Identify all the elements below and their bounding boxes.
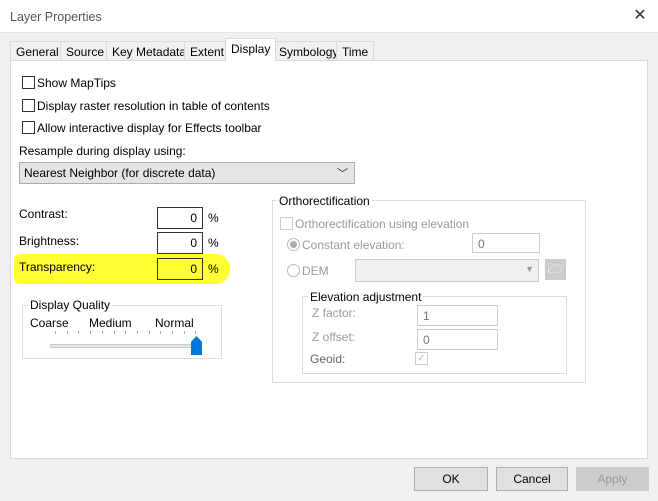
tab-time[interactable]: Time [336,41,375,61]
apply-button[interactable]: Apply [576,467,649,491]
raster-resolution-label: Display raster resolution in table of co… [37,99,270,113]
constant-elevation-radio[interactable] [287,238,300,251]
slider-tick [90,331,92,334]
close-icon[interactable]: ✕ [630,6,650,26]
cancel-button[interactable]: Cancel [496,467,568,491]
tab-key-metadata[interactable]: Key Metadata [106,41,193,61]
slider-tick [55,331,56,334]
constant-elevation-input[interactable]: 0 [472,233,540,253]
show-maptips-checkbox[interactable] [22,76,35,89]
quality-coarse-label: Coarse [30,316,69,330]
raster-resolution-checkbox[interactable] [22,99,35,112]
slider-tick [78,331,80,334]
tab-general[interactable]: General [10,41,65,61]
slider-tick [66,331,68,334]
orthorectification-title: Orthorectification [277,194,372,208]
z-offset-input[interactable]: 0 [417,329,498,350]
tab-extent[interactable]: Extent [184,41,231,61]
effects-toolbar-label: Allow interactive display for Effects to… [37,121,262,135]
contrast-label: Contrast: [19,207,68,221]
slider-tick [136,331,138,334]
show-maptips-label: Show MapTips [37,76,116,90]
slider-tick [195,331,197,334]
contrast-input[interactable]: 0 [157,207,203,229]
ok-button[interactable]: OK [414,467,488,491]
slider-tick [113,331,115,334]
slider-tick [101,331,103,334]
slider-tick [183,331,185,334]
resample-dropdown[interactable]: Nearest Neighbor (for discrete data) ﹀ [19,162,355,184]
contrast-unit: % [208,211,219,225]
elevation-adjustment-title: Elevation adjustment [308,290,424,304]
slider-tick [172,331,173,334]
brightness-label: Brightness: [19,234,80,248]
transparency-unit: % [208,262,219,276]
z-factor-label: Z factor: [312,306,357,320]
transparency-input[interactable]: 0 [157,258,203,280]
brightness-unit: % [208,236,219,250]
geoid-label: Geoid: [310,352,346,366]
geoid-checkbox[interactable]: ✓ [415,352,428,365]
ortho-elevation-checkbox[interactable] [280,217,293,230]
tab-symbology[interactable]: Symbology [273,41,345,61]
dem-label: DEM [302,264,329,278]
resample-value: Nearest Neighbor (for discrete data) [24,166,216,180]
brightness-input[interactable]: 0 [157,232,203,254]
effects-toolbar-checkbox[interactable] [22,121,35,134]
open-folder-icon[interactable]: 🗁 [545,259,566,280]
transparency-label: Transparency: [19,260,96,274]
resample-label: Resample during display using: [19,144,186,158]
tab-display[interactable]: Display [225,38,277,61]
constant-elevation-label: Constant elevation: [302,238,405,252]
z-offset-label: Z offset: [312,330,356,344]
slider-tick [125,331,127,334]
chevron-down-icon: ﹀ [337,168,348,180]
tab-source[interactable]: Source [60,41,111,61]
slider-tick [160,331,162,334]
dropdown-arrow-icon: ▼ [525,264,534,274]
window-title: Layer Properties [10,10,102,24]
z-factor-input[interactable]: 1 [417,305,498,326]
quality-normal-label: Normal [155,316,194,330]
quality-medium-label: Medium [89,316,132,330]
ortho-elevation-label: Orthorectification using elevation [295,217,470,231]
dem-combobox[interactable]: ▼ [355,259,539,282]
quality-slider-track[interactable] [50,344,200,348]
dem-radio[interactable] [287,264,300,277]
slider-tick [148,331,150,334]
display-quality-title: Display Quality [28,298,113,312]
